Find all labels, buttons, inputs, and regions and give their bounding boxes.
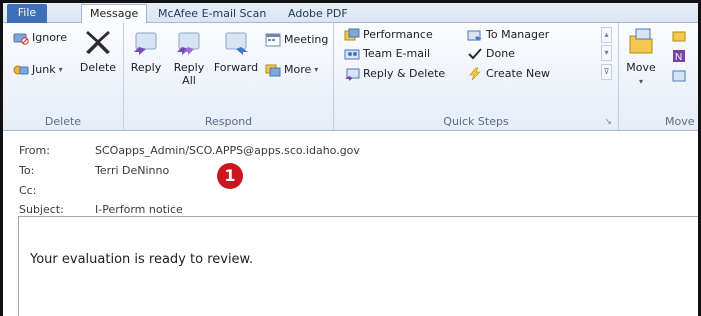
reply-all-icon [177,32,200,55]
to-manager-label: To Manager [486,28,550,41]
reply-delete-label: Reply & Delete [363,67,446,80]
ignore-button[interactable]: Ignore [13,29,67,47]
delete-group: Ignore Junk ▾ Delete Delete [3,23,124,130]
quick-steps-expand[interactable]: ⊽ [601,64,612,80]
move-group-label: Move [665,115,695,128]
tab-file[interactable]: File [7,4,47,23]
reply-all-button[interactable]: Reply All [170,27,208,87]
forward-button[interactable]: Forward [212,27,260,74]
junk-dropdown-icon[interactable]: ▾ [59,61,63,79]
subject-label: Subject: [19,203,64,216]
delete-label: Delete [79,61,117,74]
delete-group-label: Delete [44,115,82,128]
onenote-icon[interactable]: N [672,49,686,63]
create-new-label: Create New [486,67,551,80]
quick-steps-group: Performance Team E-mail Reply & Delete T… [334,23,619,130]
junk-label: Junk [32,63,56,76]
meeting-label: Meeting [284,33,329,46]
performance-icon [344,28,360,41]
subject-value: I-Perform notice [95,203,183,216]
respond-group: Reply Reply All Forward Meeting More ▾ R… [124,23,334,130]
forward-icon [225,32,248,55]
more-label: More [284,63,312,76]
outlook-message-window: File Message McAfee E-mail Scan Adobe PD… [0,0,701,316]
meeting-button[interactable]: Meeting [265,31,328,49]
respond-group-label: Respond [204,115,253,128]
ribbon: Ignore Junk ▾ Delete Delete Reply Reply … [3,23,698,131]
reply-button[interactable]: Reply [128,27,164,74]
move-group: Move ▾ N Move [619,23,698,130]
quick-steps-group-label: Quick Steps [443,115,509,128]
to-value[interactable]: Terri DeNinno [95,164,169,177]
more-dropdown-icon: ▾ [314,65,319,74]
performance-label: Performance [363,28,433,41]
forward-label: Forward [213,61,259,74]
more-respond-icon [265,64,281,77]
junk-button[interactable]: Junk ▾ [13,61,63,79]
team-email-icon [344,49,360,60]
quick-steps-scroll-down[interactable]: ▾ [601,45,612,61]
actions-icon[interactable] [672,69,686,83]
create-new-lightning-icon [469,67,481,81]
delete-x-icon [86,31,110,54]
from-value[interactable]: SCOapps_Admin/SCO.APPS@apps.sco.idaho.go… [95,144,360,157]
dialog-launcher-icon[interactable]: ↘ [604,117,612,127]
message-body[interactable]: Your evaluation is ready to review. [18,216,698,316]
reply-all-label-line2: All [182,74,196,87]
move-label: Move [626,61,656,74]
ignore-label: Ignore [32,31,67,44]
quick-steps-scroll-up[interactable]: ▴ [601,27,612,43]
move-dropdown-icon: ▾ [638,77,643,86]
message-body-text: Your evaluation is ready to review. [30,252,254,267]
rules-icon[interactable] [672,29,686,43]
tab-adobe-pdf[interactable]: Adobe PDF [280,5,356,23]
more-respond-button[interactable]: More ▾ [265,61,318,79]
reply-label: Reply [130,61,162,74]
team-email-label: Team E-mail [363,47,431,60]
delete-button[interactable]: Delete [78,27,118,74]
move-folder-icon [629,28,653,54]
cc-label: Cc: [19,184,37,197]
reply-icon [134,32,157,55]
meeting-calendar-icon [265,33,281,47]
quick-step-create-new[interactable]: Create New [467,65,550,83]
checkmark-icon [468,48,482,60]
ignore-icon [13,33,29,45]
svg-text:N: N [675,52,682,63]
quick-step-reply-delete[interactable]: Reply & Delete [344,65,445,83]
quick-step-team-email[interactable]: Team E-mail [344,45,430,63]
to-label: To: [19,164,35,177]
reply-delete-icon [345,68,360,81]
from-label: From: [19,144,50,157]
quick-step-to-manager[interactable]: To Manager [467,26,549,44]
junk-icon [13,65,29,75]
done-label: Done [486,47,515,60]
quick-step-performance[interactable]: Performance [344,26,433,44]
move-button[interactable]: Move ▾ [625,27,657,88]
quick-step-done[interactable]: Done [467,45,515,63]
reply-all-label-line1: Reply [173,61,205,74]
ribbon-tab-strip: File Message McAfee E-mail Scan Adobe PD… [3,3,698,24]
to-manager-icon [467,30,482,41]
tab-mcafee-email-scan[interactable]: McAfee E-mail Scan [150,5,274,23]
tab-message[interactable]: Message [81,4,148,24]
callout-marker-1: 1 [217,163,243,189]
